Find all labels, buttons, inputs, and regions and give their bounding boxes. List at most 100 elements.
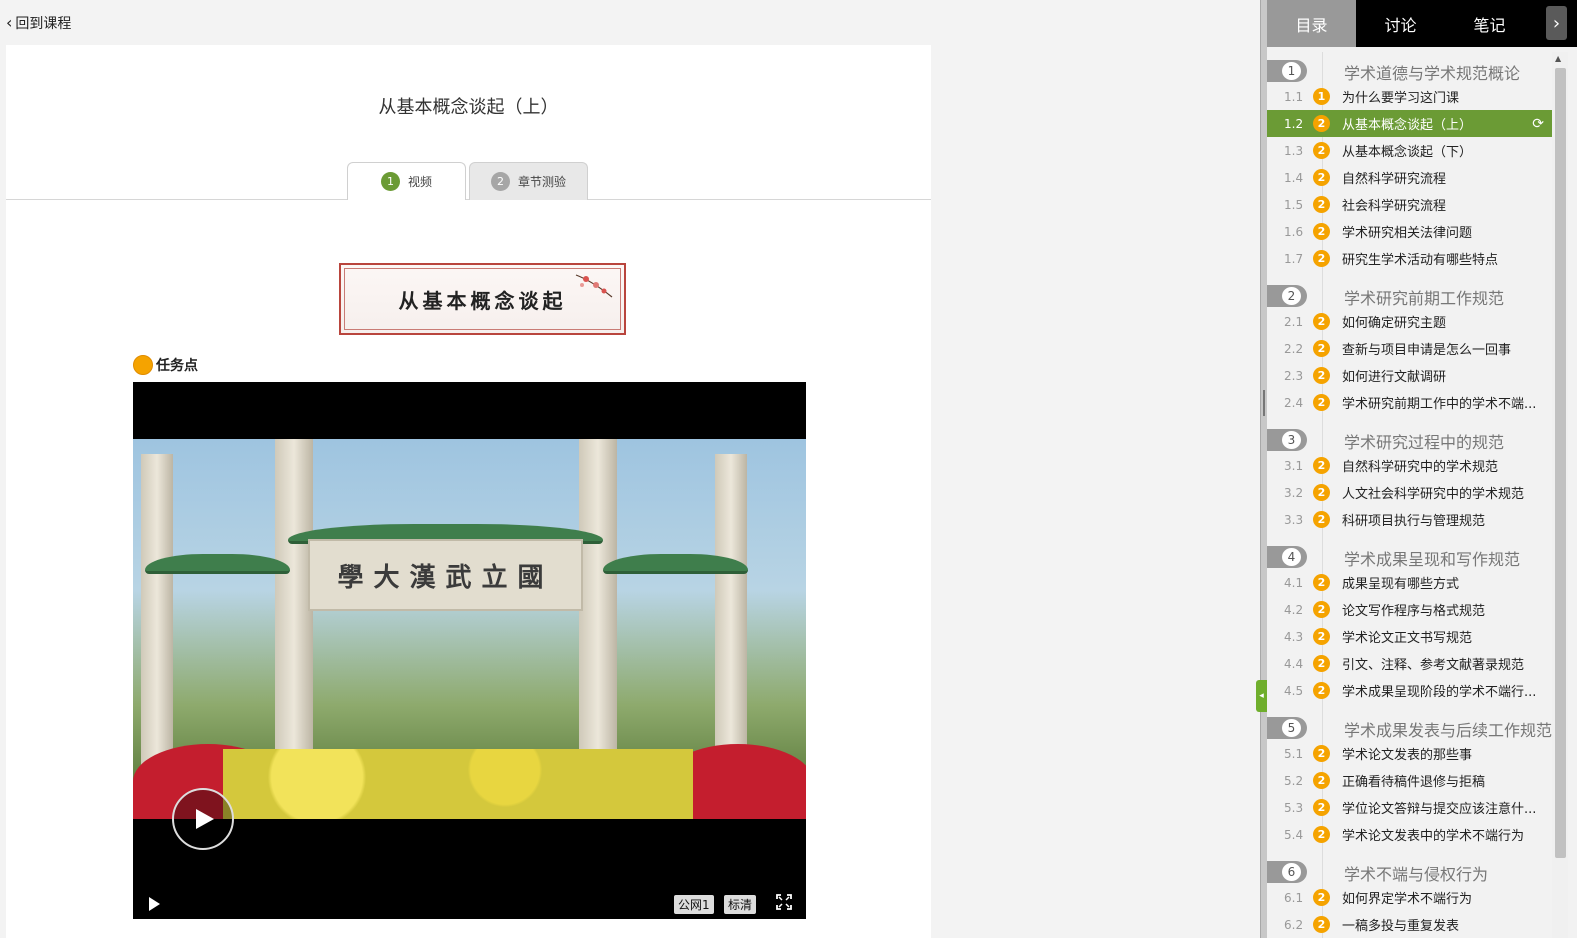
toc-lesson[interactable]: 1.4 2 自然科学研究流程 — [1267, 164, 1552, 191]
toc-lesson[interactable]: 3.3 2 科研项目执行与管理规范 — [1267, 506, 1552, 533]
toc-lesson[interactable]: 4.2 2 论文写作程序与格式规范 — [1267, 596, 1552, 623]
lesson-number: 4.2 — [1284, 602, 1304, 617]
task-status-icon: 2 — [1313, 223, 1330, 240]
toc-lesson[interactable]: 5.4 2 学术论文发表中的学术不端行为 — [1267, 821, 1552, 848]
task-status-icon: 2 — [1313, 628, 1330, 645]
big-play-button[interactable] — [172, 788, 234, 850]
chapter-number: 5 — [1280, 717, 1303, 739]
tab-catalog[interactable]: 目录 — [1267, 0, 1356, 47]
toc-lesson[interactable]: 6.1 2 如何界定学术不端行为 — [1267, 884, 1552, 911]
refresh-icon[interactable]: ⟳ — [1532, 116, 1544, 132]
tab-number: 1 — [380, 172, 400, 191]
lesson-title: 从基本概念谈起（下） — [1342, 145, 1473, 160]
gate-roof — [145, 554, 290, 574]
lesson-title: 学术论文发表中的学术不端行为 — [1342, 829, 1525, 844]
lesson-title: 学术论文发表的那些事 — [1342, 748, 1473, 763]
lesson-title: 一稿多投与重复发表 — [1342, 919, 1460, 934]
task-status-icon: 2 — [1313, 511, 1330, 528]
lesson-title: 论文写作程序与格式规范 — [1342, 604, 1486, 619]
toc-scrollbar[interactable]: ▲ — [1552, 52, 1568, 938]
toc-lesson[interactable]: 1.6 2 学术研究相关法律问题 — [1267, 218, 1552, 245]
toc-chapter[interactable]: 3 学术研究过程中的规范 — [1267, 416, 1552, 452]
toc-lesson[interactable]: 5.2 2 正确看待稿件退修与拒稿 — [1267, 767, 1552, 794]
tab-video[interactable]: 1 视频 — [347, 162, 466, 200]
fullscreen-icon — [776, 894, 792, 910]
task-status-icon: 2 — [1313, 313, 1330, 330]
scrollbar-thumb[interactable] — [1555, 68, 1566, 858]
lesson-title: 学术成果呈现阶段的学术不端行... — [1342, 685, 1537, 700]
toc-lesson[interactable]: 2.1 2 如何确定研究主题 — [1267, 308, 1552, 335]
toc-lesson[interactable]: 3.2 2 人文社会科学研究中的学术规范 — [1267, 479, 1552, 506]
toc-chapter[interactable]: 6 学术不端与侵权行为 — [1267, 848, 1552, 884]
lesson-number: 5.4 — [1284, 827, 1304, 842]
task-status-icon: 2 — [1313, 169, 1330, 186]
toc-lesson[interactable]: 3.1 2 自然科学研究中的学术规范 — [1267, 452, 1552, 479]
lesson-title: 学术研究相关法律问题 — [1342, 226, 1473, 241]
task-point: 任务点 — [133, 355, 198, 375]
collapse-panel-button[interactable]: ◂ — [1256, 680, 1267, 712]
toc-lesson[interactable]: 2.4 2 学术研究前期工作中的学术不端... — [1267, 389, 1552, 416]
toc-lesson[interactable]: 1.1 1 为什么要学习这门课 — [1267, 83, 1552, 110]
lesson-number: 1.6 — [1284, 224, 1304, 239]
toc-lesson[interactable]: 1.2 2 从基本概念谈起（上） ⟳ — [1267, 110, 1552, 137]
sidebar-tabs: 目录 讨论 笔记 › — [1267, 0, 1577, 47]
task-point-label: 任务点 — [156, 358, 198, 374]
lesson-number: 3.3 — [1284, 512, 1304, 527]
toc-lesson[interactable]: 2.3 2 如何进行文献调研 — [1267, 362, 1552, 389]
toc-lesson[interactable]: 2.2 2 查新与项目申请是怎么一回事 — [1267, 335, 1552, 362]
lesson-title: 正确看待稿件退修与拒稿 — [1342, 775, 1486, 790]
task-status-icon: 2 — [1313, 250, 1330, 267]
lesson-content: 从基本概念谈起（上） 1 视频 2 章节测验 从基本概念谈起 任务点 學大漢武立… — [6, 45, 931, 938]
tab-notes[interactable]: 笔记 — [1445, 0, 1534, 47]
yellow-flower-bed — [223, 749, 693, 819]
lesson-number: 1.3 — [1284, 143, 1304, 158]
toc-lesson[interactable]: 1.5 2 社会科学研究流程 — [1267, 191, 1552, 218]
tab-chapter-quiz[interactable]: 2 章节测验 — [469, 162, 588, 200]
toc-lesson[interactable]: 5.1 2 学术论文发表的那些事 — [1267, 740, 1552, 767]
lesson-title: 成果呈现有哪些方式 — [1342, 577, 1460, 592]
control-play-button[interactable] — [147, 896, 161, 916]
network-line-button[interactable]: 公网1 — [674, 895, 714, 914]
toc-lesson[interactable]: 1.3 2 从基本概念谈起（下） — [1267, 137, 1552, 164]
task-status-icon: 2 — [1313, 655, 1330, 672]
toc-lesson[interactable]: 4.3 2 学术论文正文书写规范 — [1267, 623, 1552, 650]
back-link-label: 回到课程 — [15, 16, 72, 32]
table-of-contents: 1 学术道德与学术规范概论 1.1 1 为什么要学习这门课 1.2 2 从基本概念谈起（上） ⟳… — [1267, 47, 1552, 938]
chapter-title: 学术成果呈现和写作规范 — [1344, 550, 1521, 569]
gate-inscription: 學大漢武立國 — [337, 562, 554, 593]
toc-lesson[interactable]: 4.4 2 引文、注释、参考文献著录规范 — [1267, 650, 1552, 677]
tab-discussion[interactable]: 讨论 — [1356, 0, 1445, 47]
toc-lesson[interactable]: 6.2 2 一稿多投与重复发表 — [1267, 911, 1552, 938]
lesson-number: 6.1 — [1284, 890, 1304, 905]
task-status-icon: 2 — [1313, 772, 1330, 789]
chapter-number: 4 — [1280, 546, 1303, 568]
toc-chapter[interactable]: 1 学术道德与学术规范概论 — [1267, 47, 1552, 83]
lesson-title: 学术研究前期工作中的学术不端... — [1342, 397, 1537, 412]
toc-lesson[interactable]: 4.1 2 成果呈现有哪些方式 — [1267, 569, 1552, 596]
plum-blossom-icon — [575, 274, 613, 298]
quality-button[interactable]: 标清 — [724, 895, 757, 914]
lesson-title: 社会科学研究流程 — [1342, 199, 1447, 214]
task-status-icon: 2 — [1313, 367, 1330, 384]
toc-chapter[interactable]: 5 学术成果发表与后续工作规范 — [1267, 704, 1552, 740]
lesson-title: 如何界定学术不端行为 — [1342, 892, 1473, 907]
gate-inscription-board: 學大漢武立國 — [308, 539, 583, 611]
fullscreen-button[interactable] — [776, 894, 792, 914]
course-sidebar: 目录 讨论 笔记 › 1 学术道德与学术规范概论 1.1 1 为什么要学习这门课 1.2 2… — [1267, 0, 1577, 938]
panel-resize-handle[interactable] — [1260, 0, 1267, 938]
toc-chapter[interactable]: 2 学术研究前期工作规范 — [1267, 272, 1552, 308]
video-player[interactable]: 學大漢武立國 公网1 标清 — [133, 382, 806, 919]
toc-lesson[interactable]: 1.7 2 研究生学术活动有哪些特点 — [1267, 245, 1552, 272]
toc-lesson[interactable]: 5.3 2 学位论文答辩与提交应该注意什... — [1267, 794, 1552, 821]
lesson-number: 4.4 — [1284, 656, 1304, 671]
lesson-title: 学位论文答辩与提交应该注意什... — [1342, 802, 1537, 817]
back-to-course-link[interactable]: ‹ 回到课程 — [6, 13, 71, 33]
lesson-title: 查新与项目申请是怎么一回事 — [1342, 343, 1512, 358]
lesson-number: 4.1 — [1284, 575, 1304, 590]
toc-chapter[interactable]: 4 学术成果呈现和写作规范 — [1267, 533, 1552, 569]
toc-lesson[interactable]: 4.5 2 学术成果呈现阶段的学术不端行... — [1267, 677, 1552, 704]
lesson-title: 人文社会科学研究中的学术规范 — [1342, 487, 1525, 502]
sidebar-toggle-button[interactable]: › — [1546, 6, 1567, 40]
lesson-title: 从基本概念谈起（上） — [1342, 118, 1473, 133]
lesson-number: 3.1 — [1284, 458, 1304, 473]
